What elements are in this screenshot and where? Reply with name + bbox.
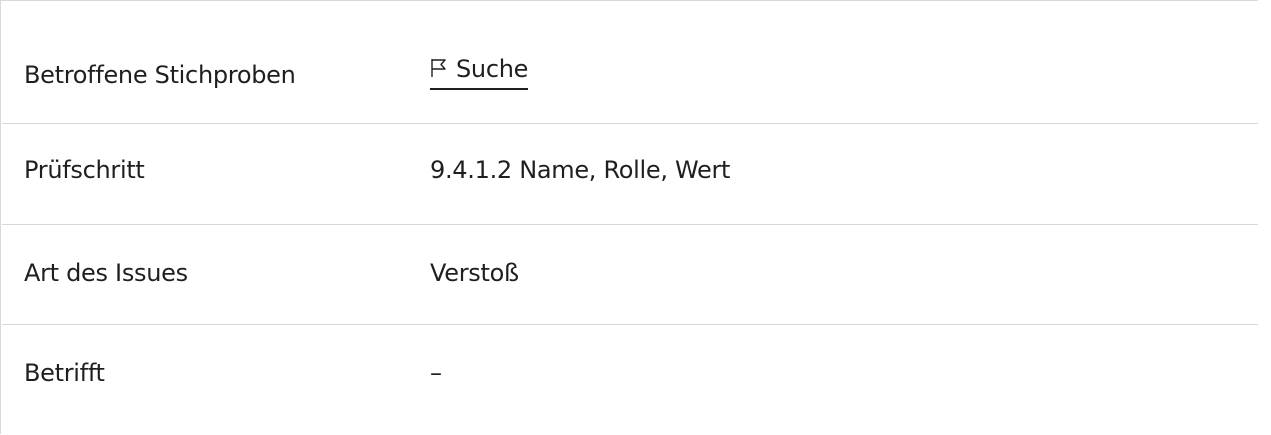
row-label: Prüfschritt bbox=[24, 156, 145, 184]
row-betrifft: Betrifft – bbox=[2, 325, 1258, 435]
row-betroffene-stichproben: Betroffene Stichproben Suche bbox=[2, 23, 1258, 124]
row-label: Betrifft bbox=[24, 359, 105, 387]
flag-icon bbox=[431, 59, 446, 77]
issue-details-table: Betroffene Stichproben Suche Prüfschritt… bbox=[0, 0, 1258, 434]
row-pruefschritt: Prüfschritt 9.4.1.2 Name, Rolle, Wert bbox=[2, 124, 1258, 225]
row-value: Verstoß bbox=[430, 259, 519, 287]
sample-link-suche[interactable]: Suche bbox=[430, 55, 528, 90]
row-label: Betroffene Stichproben bbox=[24, 61, 296, 89]
row-art-des-issues: Art des Issues Verstoß bbox=[2, 225, 1258, 325]
row-value: 9.4.1.2 Name, Rolle, Wert bbox=[430, 156, 731, 184]
row-label: Art des Issues bbox=[24, 259, 188, 287]
row-value: – bbox=[430, 359, 442, 387]
row-value: Suche bbox=[430, 55, 528, 90]
sample-link-label: Suche bbox=[456, 55, 529, 83]
